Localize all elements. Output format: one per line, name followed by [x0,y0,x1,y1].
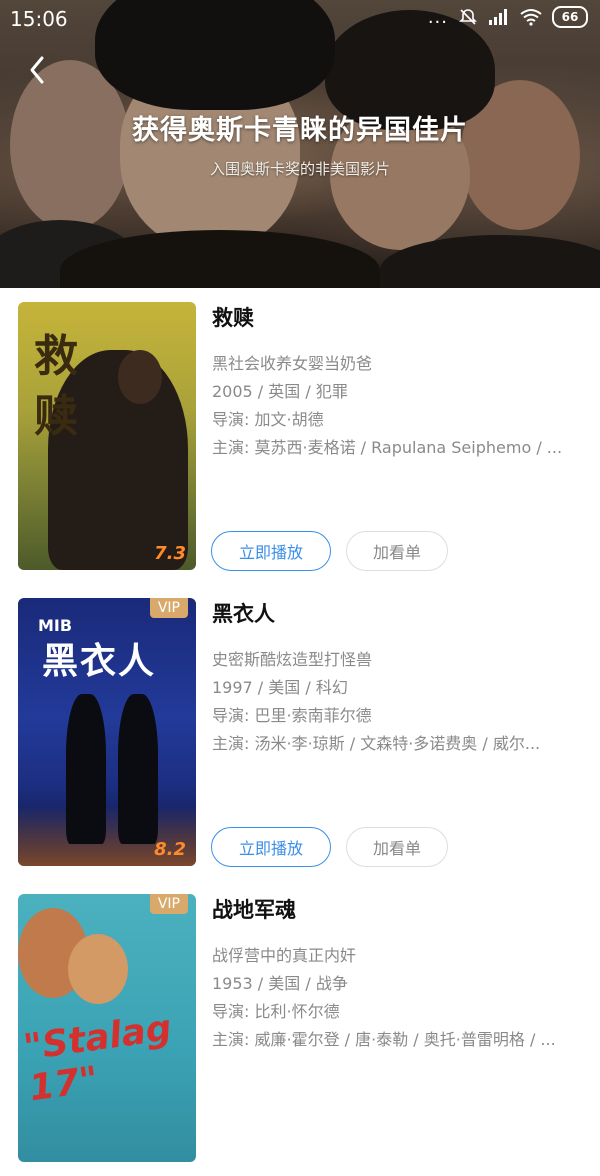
header-banner: 15:06 ... 66 获得奥斯卡青睐的异国佳片 入围奥斯卡奖的非美国影片 [0,0,600,288]
rating-badge: 8.2 [154,839,186,860]
poster-title-char: 救 [34,331,78,382]
page-subtitle: 入围奥斯卡奖的非美国影片 [209,160,390,178]
movie-cast: 主演: 汤米·李·琼斯 / 文森特·多诺费奥 / 威尔... [212,734,541,753]
movie-title[interactable]: 救赎 [212,302,254,332]
poster-title: 黑衣人 [42,641,157,682]
movie-director: 导演: 巴里·索南菲尔德 [212,706,372,725]
add-to-watchlist-button[interactable]: 加看单 [346,531,448,571]
mute-alarm-icon [459,9,477,25]
status-bar: 15:06 ... 66 [0,0,600,40]
more-dots-icon: ... [427,6,448,28]
movie-item[interactable]: MIB 黑衣人 VIP 8.2 黑衣人 史密斯酷炫造型打怪兽 1997 / 美国… [0,584,600,880]
movie-tagline: 史密斯酷炫造型打怪兽 [212,650,373,669]
poster-art [68,934,128,1004]
movie-meta: 1953 / 美国 / 战争 [212,974,348,993]
poster-art [66,694,106,844]
status-icons: ... 66 [428,6,588,28]
movie-tagline: 黑社会收养女婴当奶爸 [212,354,373,373]
battery-icon: 66 [552,6,588,28]
movie-item[interactable]: "Stalag 17" VIP 战地军魂 战俘营中的真正内奸 1953 / 美国… [0,880,600,1176]
poster-art [118,350,162,404]
poster-art [118,694,158,844]
vip-badge: VIP [149,598,188,618]
signal-icon [489,9,507,25]
page-title: 获得奥斯卡青睐的异国佳片 [132,115,468,146]
back-button[interactable] [24,50,54,90]
wifi-icon [520,9,542,26]
movie-poster[interactable]: 救 赎 7.3 [18,302,196,570]
chevron-left-icon [30,56,44,84]
poster-title: "Stalag 17" [21,1007,174,1110]
movie-item[interactable]: 救 赎 7.3 救赎 黑社会收养女婴当奶爸 2005 / 英国 / 犯罪 导演:… [0,288,600,584]
play-now-button[interactable]: 立即播放 [211,827,331,867]
movie-meta: 1997 / 美国 / 科幻 [212,678,348,697]
movie-title[interactable]: 战地军魂 [212,894,296,924]
movie-meta: 2005 / 英国 / 犯罪 [212,382,348,401]
movie-director: 导演: 比利·怀尔德 [212,1002,340,1021]
status-time: 15:06 [10,7,68,31]
movie-cast: 主演: 莫苏西·麦格诺 / Rapulana Seiphemo / ... [212,438,563,457]
movie-tagline: 战俘营中的真正内奸 [212,946,357,965]
movie-cast: 主演: 威廉·霍尔登 / 唐·泰勒 / 奥托·普雷明格 / ... [212,1030,556,1049]
movie-title[interactable]: 黑衣人 [212,598,275,628]
vip-badge: VIP [149,894,188,914]
poster-title-char: 赎 [34,391,78,442]
movie-director: 导演: 加文·胡德 [212,410,324,429]
movie-poster[interactable]: MIB 黑衣人 VIP 8.2 [18,598,196,866]
play-now-button[interactable]: 立即播放 [211,531,331,571]
movie-poster[interactable]: "Stalag 17" VIP [18,894,196,1162]
rating-badge: 7.3 [154,543,186,564]
add-to-watchlist-button[interactable]: 加看单 [346,827,448,867]
